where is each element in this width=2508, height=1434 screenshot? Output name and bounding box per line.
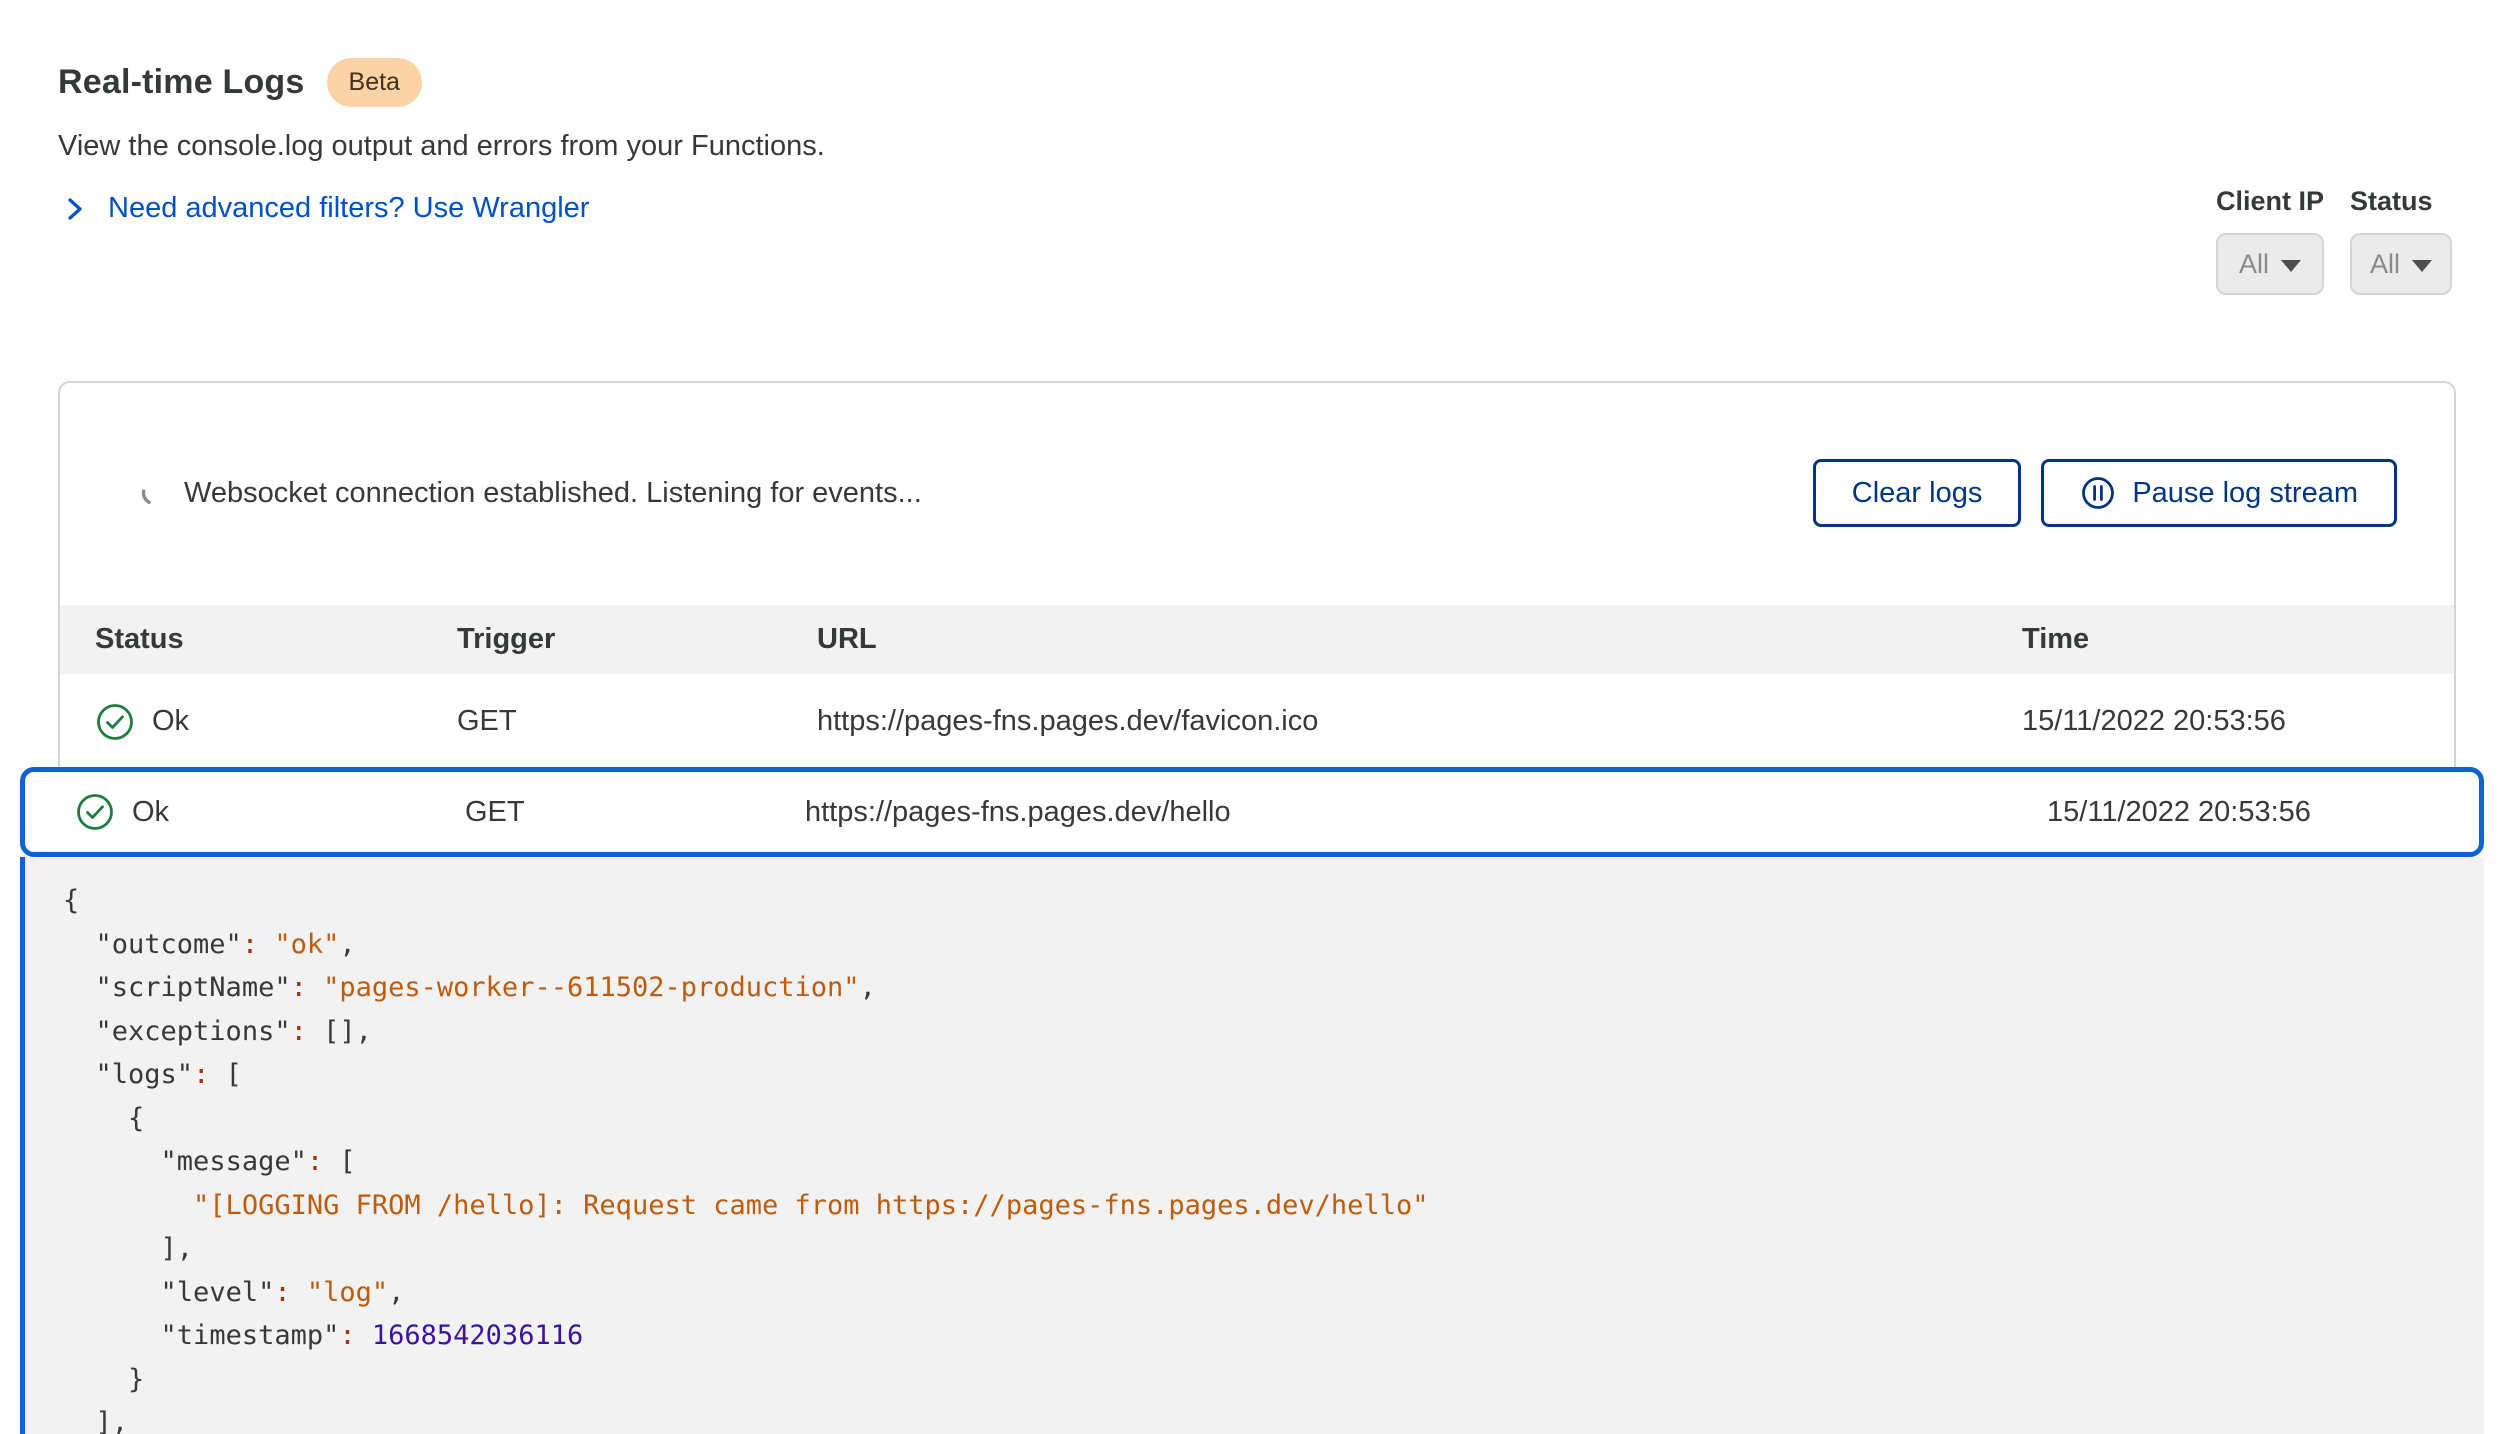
status-filter-group: Status All [2350, 186, 2452, 295]
client-ip-filter-group: Client IP All [2216, 186, 2324, 295]
chevron-right-icon [60, 195, 88, 223]
pause-circle-icon [2080, 475, 2116, 511]
client-ip-label: Client IP [2216, 186, 2324, 217]
expanded-log-entry: Ok GET https://pages-fns.pages.dev/hello… [20, 767, 2484, 1434]
column-trigger: Trigger [457, 623, 817, 656]
check-circle-icon [75, 792, 115, 832]
client-ip-value: All [2239, 249, 2269, 280]
beta-badge: Beta [327, 58, 422, 107]
check-circle-icon [95, 702, 135, 742]
clear-logs-label: Clear logs [1852, 477, 1983, 510]
wrangler-link[interactable]: Need advanced filters? Use Wrangler [60, 192, 589, 225]
status-cell: Ok [95, 702, 457, 742]
caret-down-icon [2281, 260, 2301, 272]
json-code: { "outcome": "ok", "scriptName": "pages-… [63, 879, 2484, 1434]
url-cell: https://pages-fns.pages.dev/hello [805, 796, 2047, 829]
table-header: Status Trigger URL Time [60, 605, 2454, 674]
time-cell: 15/11/2022 20:53:56 [2047, 796, 2479, 829]
log-detail-panel: { "outcome": "ok", "scriptName": "pages-… [20, 857, 2484, 1434]
column-time: Time [2022, 623, 2454, 656]
status-filter-label: Status [2350, 186, 2452, 217]
wrangler-link-label: Need advanced filters? Use Wrangler [108, 192, 589, 225]
clear-logs-button[interactable]: Clear logs [1813, 459, 2022, 527]
status-cell: Ok [75, 792, 465, 832]
spinner-icon [140, 479, 168, 507]
status-filter-value: All [2370, 249, 2400, 280]
websocket-status-message: Websocket connection established. Listen… [184, 477, 922, 510]
pause-log-stream-label: Pause log stream [2132, 477, 2358, 510]
pause-log-stream-button[interactable]: Pause log stream [2041, 459, 2397, 527]
page-header: Real-time Logs Beta [58, 58, 422, 107]
trigger-cell: GET [457, 705, 817, 738]
status-dropdown[interactable]: All [2350, 233, 2452, 295]
time-cell: 15/11/2022 20:53:56 [2022, 705, 2454, 738]
page-title: Real-time Logs [58, 63, 305, 102]
realtime-logs-page: Real-time Logs Beta View the console.log… [0, 0, 2508, 1434]
trigger-cell: GET [465, 796, 805, 829]
websocket-status-row: Websocket connection established. Listen… [140, 459, 922, 527]
log-actions: Clear logs Pause log stream [1813, 459, 2397, 527]
status-value: Ok [152, 705, 189, 738]
client-ip-dropdown[interactable]: All [2216, 233, 2324, 295]
status-value: Ok [132, 796, 169, 829]
log-filters: Client IP All Status All [2216, 186, 2452, 295]
table-row-selected[interactable]: Ok GET https://pages-fns.pages.dev/hello… [20, 767, 2484, 857]
url-cell: https://pages-fns.pages.dev/favicon.ico [817, 705, 2022, 738]
page-description: View the console.log output and errors f… [58, 130, 825, 163]
column-status: Status [95, 623, 457, 656]
table-row[interactable]: Ok GET https://pages-fns.pages.dev/favic… [60, 674, 2454, 769]
caret-down-icon [2412, 260, 2432, 272]
column-url: URL [817, 623, 2022, 656]
